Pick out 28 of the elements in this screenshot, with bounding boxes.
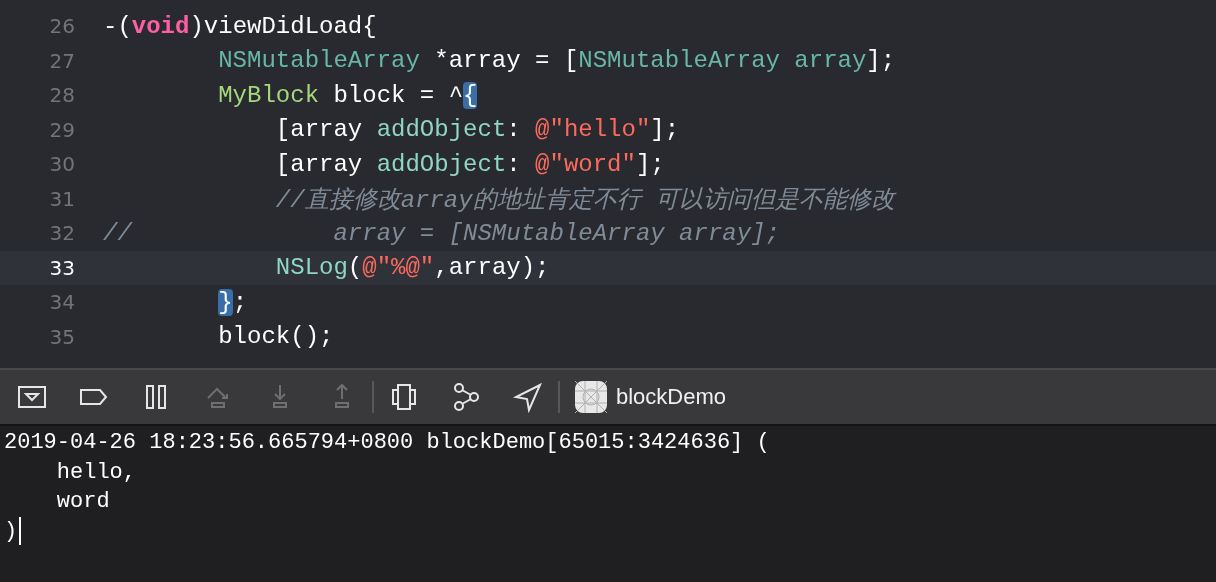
code-line: MyBlock block = ^{ — [217, 81, 478, 109]
code-line: NSMutableArray *array = [NSMutableArray array]; — [217, 47, 896, 75]
console-line: word — [55, 489, 110, 515]
line-number: 33 — [48, 255, 76, 280]
location-arrow-icon[interactable] — [512, 381, 544, 413]
line-number: 32 — [48, 221, 76, 246]
line-number: 29 — [48, 117, 76, 142]
console-line: ) — [4, 518, 18, 544]
code-line: [array addObject: @"word"]; — [274, 150, 665, 178]
line-number: 31 — [48, 186, 76, 211]
console-line: hello, — [55, 459, 137, 485]
code-line: }; — [217, 288, 248, 316]
line-number: 27 — [48, 48, 76, 73]
code-editor[interactable] — [0, 0, 1216, 368]
code-line: [array addObject: @"hello"]; — [274, 116, 680, 144]
code-line: // array = [NSMutableArray array]; — [103, 219, 780, 247]
code-line: NSLog(@"%@",array); — [274, 254, 550, 282]
code-line: block(); — [217, 323, 334, 351]
code-line: -(void)viewDidLoad{ — [103, 12, 377, 40]
console-line: 2019-04-26 18:23:56.665794+0800 blockDemo[65015:3424636] ( — [4, 430, 770, 456]
app-icon — [574, 380, 608, 414]
target-name[interactable]: blockDemo — [616, 384, 727, 410]
line-number: 34 — [48, 290, 76, 315]
line-number: 30 — [48, 152, 76, 177]
line-number: 26 — [48, 14, 76, 39]
code-line: //直接修改array的地址肯定不行 可以访问但是不能修改 — [274, 185, 896, 215]
line-number: 28 — [48, 83, 76, 108]
line-number: 35 — [48, 324, 76, 349]
